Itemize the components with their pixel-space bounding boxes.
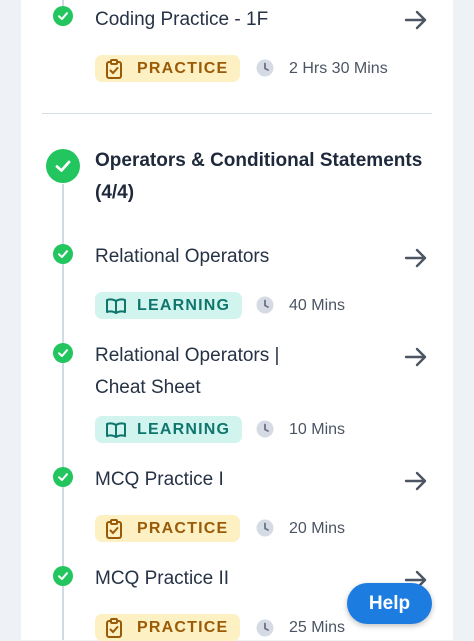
practice-badge: PRACTICE [95,614,241,641]
practice-badge: PRACTICE [95,55,241,82]
practice-badge: PRACTICE [95,515,241,542]
clock-icon [256,619,274,637]
arrow-right-icon[interactable] [402,6,430,34]
duration-text: 10 Mins [289,421,346,438]
clipboard-icon [105,518,127,539]
clipboard-icon [105,58,127,79]
completed-check-icon [53,566,73,586]
clock-icon [256,59,274,77]
arrow-right-icon[interactable] [402,343,430,371]
badge-label: LEARNING [137,296,231,314]
book-open-icon [105,296,127,316]
item-title-line1[interactable]: Relational Operators | [95,340,279,372]
duration-text: 25 Mins [289,619,346,636]
clipboard-icon [105,617,127,638]
help-button[interactable]: Help [347,583,432,624]
item-title-line2[interactable]: Cheat Sheet [95,372,201,404]
clock-icon [256,296,274,314]
duration-text: 40 Mins [289,297,346,314]
completed-check-icon [53,244,73,264]
learning-badge: LEARNING [95,292,243,319]
item-title[interactable]: MCQ Practice II [95,563,229,595]
duration-text: 20 Mins [289,520,346,537]
badge-label: PRACTICE [137,519,229,537]
arrow-right-icon[interactable] [402,244,430,272]
duration-text: 2 Hrs 30 Mins [289,60,388,77]
badge-label: PRACTICE [137,59,229,77]
completed-check-icon [53,343,73,363]
clock-icon [256,519,274,537]
badge-label: PRACTICE [137,618,229,636]
item-title[interactable]: MCQ Practice I [95,464,224,496]
item-title[interactable]: Relational Operators [95,241,269,273]
course-content-card [21,0,453,640]
book-open-icon [105,420,127,440]
completed-check-icon [53,467,73,487]
completed-check-icon [53,6,73,26]
section-divider [42,113,432,114]
section-completed-check-icon [46,149,80,183]
learning-badge: LEARNING [95,416,243,443]
arrow-right-icon[interactable] [402,467,430,495]
section-title[interactable]: Operators & Conditional Statements (4/4) [95,145,425,209]
clock-icon [256,420,274,438]
badge-label: LEARNING [137,420,231,438]
item-title[interactable]: Coding Practice - 1F [95,4,268,36]
